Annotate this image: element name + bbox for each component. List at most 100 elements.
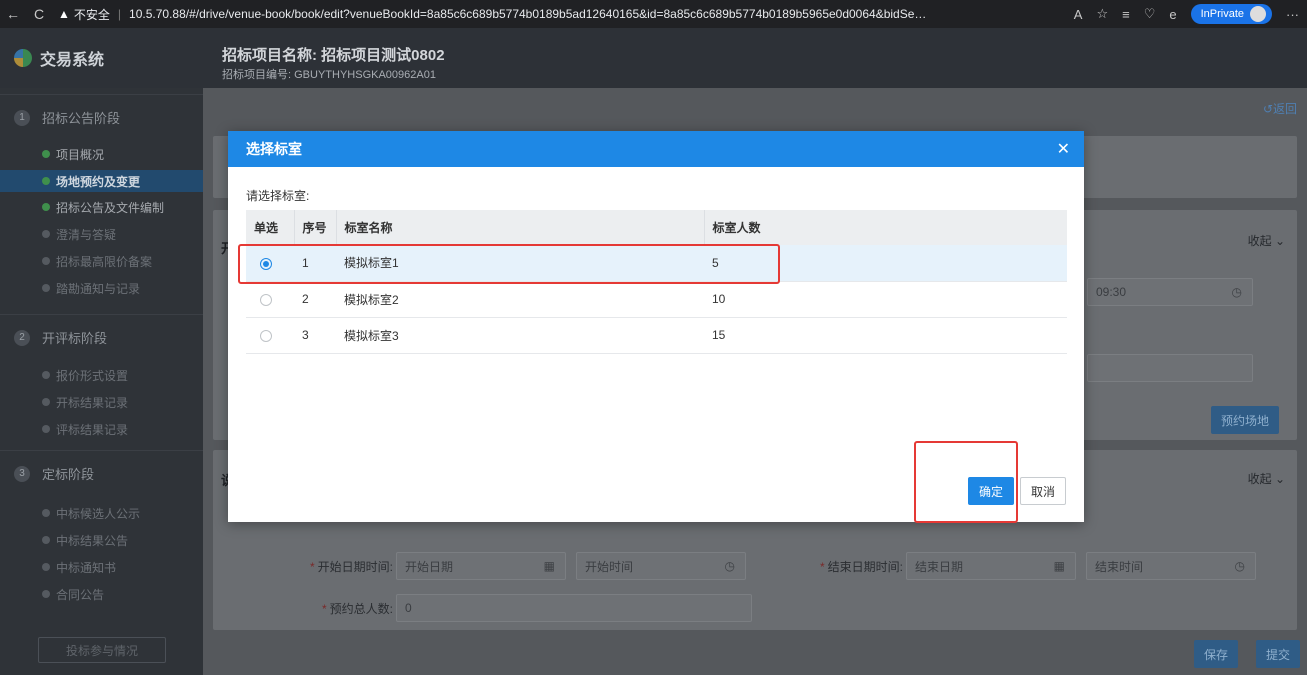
avatar <box>1250 6 1266 22</box>
stage-1[interactable]: 1 招标公告阶段 <box>0 94 203 140</box>
sidebar-item-label: 招标最高限价备案 <box>56 254 153 269</box>
field-value: 0 <box>405 601 412 615</box>
status-dot <box>42 590 50 598</box>
url-text[interactable]: 10.5.70.88/#/drive/venue-book/book/edit?… <box>129 7 929 21</box>
radio-button[interactable] <box>260 257 272 270</box>
sidebar-item-contract-notice[interactable]: 合同公告 <box>0 583 203 605</box>
radio-cell[interactable] <box>246 245 294 282</box>
sidebar-item-clarification[interactable]: 澄清与答疑 <box>0 223 203 245</box>
total-people-label: * 预约总人数: <box>283 600 393 617</box>
placeholder-text: 结束时间 <box>1095 559 1144 574</box>
sidebar-item-label: 中标结果公告 <box>56 533 129 548</box>
status-dot <box>42 509 50 517</box>
placeholder-text: 开始日期 <box>405 559 454 574</box>
more-icon[interactable]: ··· <box>1286 7 1299 22</box>
favorite-star-icon[interactable]: ☆ <box>1096 6 1108 22</box>
collapse-toggle[interactable]: 收起 ⌄ <box>1248 470 1285 487</box>
refresh-icon[interactable]: C <box>26 6 52 22</box>
start-date-field[interactable]: 开始日期 ▦ <box>396 552 566 580</box>
read-aloud-icon[interactable]: A <box>1074 7 1083 22</box>
start-datetime-label: * 开始日期时间: <box>283 558 393 575</box>
seq-cell: 3 <box>294 317 336 354</box>
status-dot <box>42 177 50 185</box>
project-code: 招标项目编号: GBUYTHYHSGKA00962A01 <box>222 69 436 81</box>
radio-button[interactable] <box>260 329 272 342</box>
sidebar-item-candidate-notice[interactable]: 中标候选人公示 <box>0 502 203 524</box>
warning-icon: ▲ <box>58 7 70 21</box>
modal-header: 选择标室 ✕ <box>228 131 1084 167</box>
remark-field[interactable] <box>1087 354 1253 382</box>
sidebar-item-award-notice[interactable]: 中标结果公告 <box>0 529 203 551</box>
close-icon[interactable]: ✕ <box>1057 139 1070 159</box>
health-icon[interactable]: ♡ <box>1144 6 1156 22</box>
favorites-list-icon[interactable]: ≡ <box>1122 7 1130 22</box>
column-header-room-capacity: 标室人数 <box>704 210 1067 245</box>
inprivate-badge[interactable]: InPrivate <box>1190 4 1272 24</box>
confirm-button[interactable]: 确定 <box>968 477 1014 505</box>
app-name: 交易系统 <box>40 52 105 69</box>
browser-toolbar: ← C ▲ 不安全 | 10.5.70.88/#/drive/venue-boo… <box>0 0 1307 28</box>
seq-cell: 1 <box>294 245 336 282</box>
required-mark: * <box>321 602 327 616</box>
sidebar-item-tender-notice[interactable]: 招标公告及文件编制 <box>0 196 203 218</box>
status-dot <box>42 284 50 292</box>
radio-button[interactable] <box>260 293 272 306</box>
start-time-field[interactable]: 开始时间 ◷ <box>576 552 746 580</box>
bid-participation-button[interactable]: 投标参与情况 <box>38 637 166 663</box>
time-field[interactable]: 09:30 ◷ <box>1087 278 1253 306</box>
status-dot <box>42 371 50 379</box>
status-dot <box>42 230 50 238</box>
table-row[interactable]: 1 模拟标室1 5 <box>246 245 1067 282</box>
cancel-button[interactable]: 取消 <box>1020 477 1066 505</box>
submit-button[interactable]: 提交 <box>1256 640 1301 668</box>
table-row[interactable]: 2 模拟标室2 10 <box>246 281 1067 318</box>
end-datetime-label: * 结束日期时间: <box>793 558 903 575</box>
table-row[interactable]: 3 模拟标室3 15 <box>246 317 1067 354</box>
sidebar-item-label: 合同公告 <box>56 587 105 602</box>
sidebar-item-label: 中标候选人公示 <box>56 506 141 521</box>
collapse-toggle[interactable]: 收起 ⌄ <box>1248 232 1285 249</box>
placeholder-text: 结束日期 <box>915 559 964 574</box>
sidebar-item-max-price[interactable]: 招标最高限价备案 <box>0 250 203 272</box>
required-mark: * <box>819 560 825 574</box>
status-dot <box>42 425 50 433</box>
sidebar: 1 招标公告阶段 项目概况 场地预约及变更 招标公告及文件编制 澄清与答疑 招标… <box>0 88 203 675</box>
clock-icon: ◷ <box>1231 285 1242 299</box>
sidebar-item-site-survey[interactable]: 踏勘通知与记录 <box>0 277 203 299</box>
sidebar-item-venue-booking[interactable]: 场地预约及变更 <box>0 170 203 192</box>
status-dot <box>42 398 50 406</box>
save-button[interactable]: 保存 <box>1194 640 1239 668</box>
sidebar-item-label: 报价形式设置 <box>56 368 129 383</box>
address-bar[interactable]: ▲ 不安全 | 10.5.70.88/#/drive/venue-book/bo… <box>58 6 1074 23</box>
app-header: 交易系统 <box>0 28 1307 88</box>
sidebar-item-quote-format[interactable]: 报价形式设置 <box>0 364 203 386</box>
back-link[interactable]: ↺返回 <box>1263 100 1297 117</box>
sidebar-item-opening-result[interactable]: 开标结果记录 <box>0 391 203 413</box>
sidebar-item-label: 招标公告及文件编制 <box>56 200 165 215</box>
status-dot <box>42 203 50 211</box>
room-name-cell: 模拟标室2 <box>336 281 704 318</box>
app-logo: 交易系统 <box>14 46 104 70</box>
radio-cell[interactable] <box>246 317 294 354</box>
edge-icon[interactable]: e <box>1169 7 1176 22</box>
stage-3[interactable]: 3 定标阶段 <box>0 450 203 496</box>
sidebar-item-evaluation-result[interactable]: 评标结果记录 <box>0 418 203 440</box>
radio-cell[interactable] <box>246 281 294 318</box>
column-header-seq: 序号 <box>294 210 337 245</box>
end-date-field[interactable]: 结束日期 ▦ <box>906 552 1076 580</box>
total-people-field[interactable]: 0 <box>396 594 752 622</box>
stage-2[interactable]: 2 开评标阶段 <box>0 314 203 360</box>
url-separator: | <box>117 7 122 21</box>
end-time-field[interactable]: 结束时间 ◷ <box>1086 552 1256 580</box>
room-capacity-cell: 5 <box>704 245 1067 282</box>
reserve-venue-button[interactable]: 预约场地 <box>1210 406 1279 434</box>
sidebar-item-award-letter[interactable]: 中标通知书 <box>0 556 203 578</box>
room-table: 单选 序号 标室名称 标室人数 1 模拟标室1 5 2 模拟标室2 10 3 模… <box>246 210 1067 354</box>
back-arrow-icon[interactable]: ← <box>0 6 26 22</box>
sidebar-item-project-overview[interactable]: 项目概况 <box>0 143 203 165</box>
room-capacity-cell: 15 <box>704 317 1067 354</box>
placeholder-text: 开始时间 <box>585 559 634 574</box>
sidebar-item-label: 评标结果记录 <box>56 422 129 437</box>
status-dot <box>42 150 50 158</box>
required-mark: * <box>309 560 315 574</box>
